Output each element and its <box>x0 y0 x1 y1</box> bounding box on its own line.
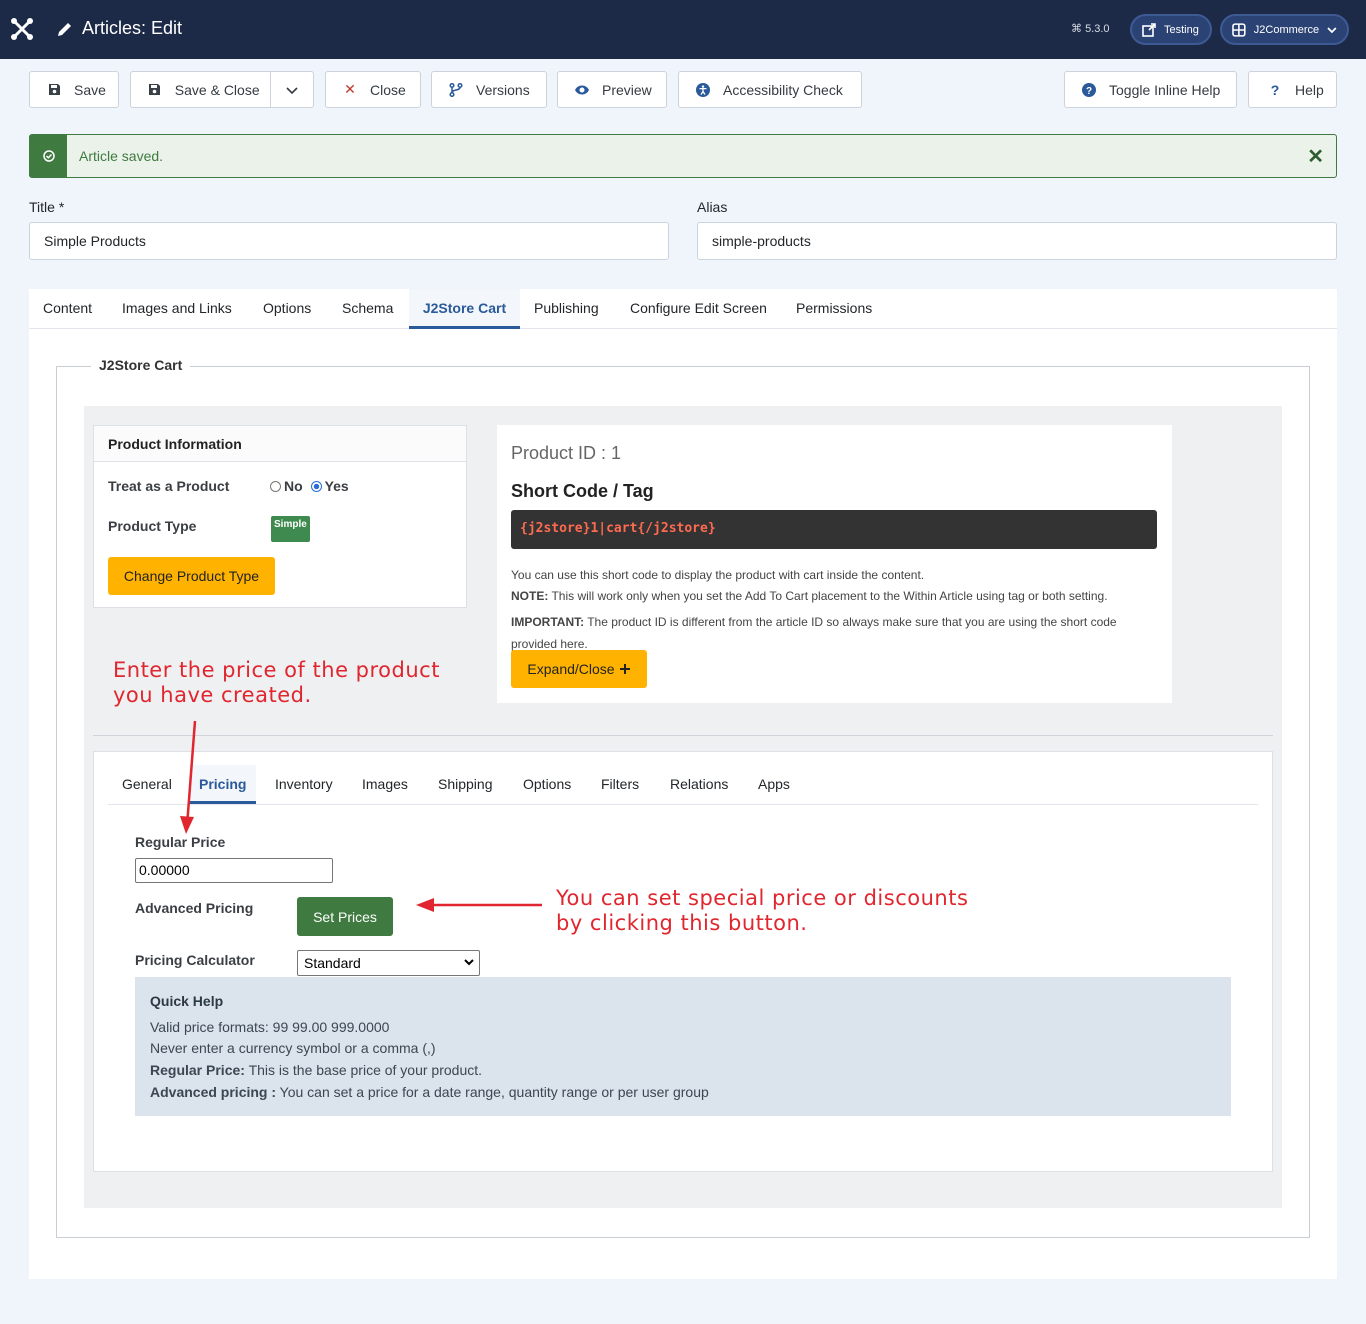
quick-help-line: Never enter a currency symbol or a comma… <box>150 1040 436 1057</box>
quick-help-line: Advanced pricing : You can set a price f… <box>150 1082 1216 1104</box>
quick-help-label: Advanced pricing : <box>150 1083 277 1100</box>
quick-help-title: Quick Help <box>150 993 224 1009</box>
quick-help-line: Regular Price: This is the base price of… <box>150 1060 1216 1082</box>
arrow-icon <box>416 898 542 912</box>
quick-help-box: Quick Help Valid price formats: 99 99.00… <box>135 977 1231 1116</box>
quick-help-line: Valid price formats: 99 99.00 999.0000 <box>150 1018 390 1035</box>
annotation-arrows <box>180 720 542 912</box>
quick-help-text: You can set a price for a date range, qu… <box>276 1083 709 1100</box>
annotation-button-line2: by clicking this button. <box>556 911 808 935</box>
quick-help-text: This is the base price of your product. <box>244 1062 483 1079</box>
arrow-icon <box>180 720 197 834</box>
annotation-button-line1: You can set special price or discounts <box>556 886 969 910</box>
annotation-set-prices: You can set special price or discounts b… <box>556 886 968 936</box>
quick-help-label: Regular Price: <box>150 1062 245 1079</box>
